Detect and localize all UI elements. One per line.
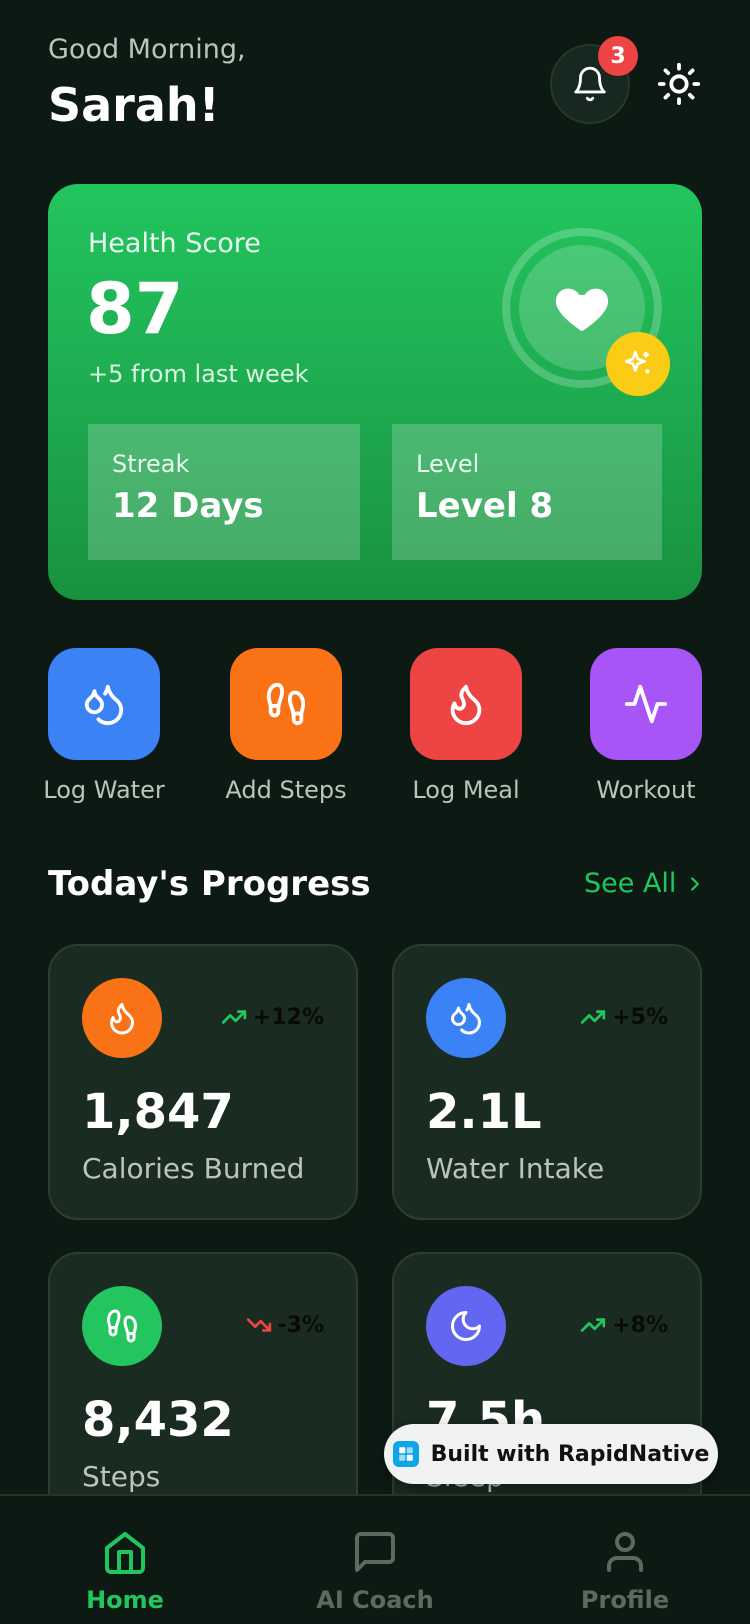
home-screen: Good Morning, Sarah! 3 Health Score 87 +… [0,0,750,1624]
log-water-label: Log Water [43,776,165,804]
activity-icon [624,684,668,724]
log-meal-tile[interactable] [410,648,522,760]
sleep-icon-circle [426,1286,506,1366]
log-meal-label: Log Meal [412,776,520,804]
home-icon [105,1532,145,1574]
streak-label: Streak [112,450,190,478]
droplets-icon [451,1003,481,1035]
greeting-text: Good Morning, [48,34,246,65]
sparkles-icon [624,350,650,374]
rapidnative-logo-icon [392,1441,419,1467]
sun-icon [657,62,701,106]
flame-icon [110,1003,134,1035]
trending-down-icon [246,1318,271,1332]
water-label: Water Intake [426,1152,605,1185]
calories-icon-circle [82,978,162,1058]
workout-action[interactable]: Workout [590,648,702,804]
calories-label: Calories Burned [82,1152,305,1185]
built-with-text: Built with RapidNative [430,1441,710,1467]
log-water-action[interactable]: Log Water [43,648,165,804]
chat-icon [355,1532,395,1572]
chevron-right-icon [691,876,700,891]
add-steps-action[interactable]: Add Steps [225,648,347,804]
user-icon [607,1532,643,1572]
trending-up-icon [221,1010,247,1024]
see-all-label: See All [584,868,677,899]
nav-label-profile: Profile [580,1586,670,1614]
add-steps-label: Add Steps [225,776,347,804]
nav-label-home: Home [86,1586,164,1614]
built-with-badge[interactable]: Built with RapidNative [384,1424,718,1484]
bottom-navigation: Home AI Coach Profile [0,1494,750,1624]
steps-trend-value: -3% [277,1312,324,1338]
nav-tab-home[interactable]: Home [55,1528,195,1616]
calories-trend-value: +12% [252,1004,324,1030]
water-value: 2.1L [426,1084,542,1140]
nav-label-ai-coach: AI Coach [316,1586,434,1614]
sleep-trend-value: +8% [612,1312,668,1338]
water-trend-value: +5% [612,1004,668,1030]
level-value: Level 8 [416,486,554,526]
steps-trend: -3% [246,1312,324,1338]
moon-icon [451,1311,481,1341]
nav-tab-profile[interactable]: Profile [555,1528,695,1616]
user-name: Sarah! [48,78,220,132]
streak-stat: Streak 12 Days [88,424,360,560]
trending-up-icon [581,1318,606,1332]
level-label: Level [416,450,480,478]
see-all-link[interactable]: See All [584,868,706,899]
trending-up-icon [581,1010,606,1024]
nav-tab-ai-coach[interactable]: AI Coach [305,1528,445,1616]
log-water-tile[interactable] [48,648,160,760]
workout-tile[interactable] [590,648,702,760]
droplets-icon [84,684,124,726]
footprints-icon [107,1309,137,1343]
steps-icon-circle [82,1286,162,1366]
theme-toggle-button[interactable] [655,60,703,108]
streak-value: 12 Days [112,486,264,526]
workout-label: Workout [596,776,696,804]
steps-value: 8,432 [82,1392,234,1448]
steps-card[interactable]: -3% 8,432 Steps [48,1252,358,1528]
water-card[interactable]: +5% 2.1L Water Intake [392,944,702,1220]
notification-badge: 3 [598,36,638,76]
level-stat: Level Level 8 [392,424,662,560]
sleep-card[interactable]: +8% 7.5h Sleep [392,1252,702,1528]
heart-icon [555,288,609,332]
calories-trend: +12% [221,1004,324,1030]
bell-icon [574,66,606,102]
calories-card[interactable]: +12% 1,847 Calories Burned [48,944,358,1220]
flame-icon [450,684,482,726]
calories-value: 1,847 [82,1084,234,1140]
log-meal-action[interactable]: Log Meal [410,648,522,804]
progress-section-title: Today's Progress [48,864,371,904]
health-score-delta: +5 from last week [88,360,309,388]
sleep-trend: +8% [580,1312,668,1338]
water-trend: +5% [580,1004,668,1030]
health-score-label: Health Score [88,228,261,259]
steps-label: Steps [82,1460,161,1493]
health-score-value: 87 [86,268,184,350]
sparkles-badge [606,332,670,396]
water-icon-circle [426,978,506,1058]
footprints-icon [266,682,306,726]
health-score-card[interactable]: Health Score 87 +5 from last week Streak… [48,184,702,600]
add-steps-tile[interactable] [230,648,342,760]
